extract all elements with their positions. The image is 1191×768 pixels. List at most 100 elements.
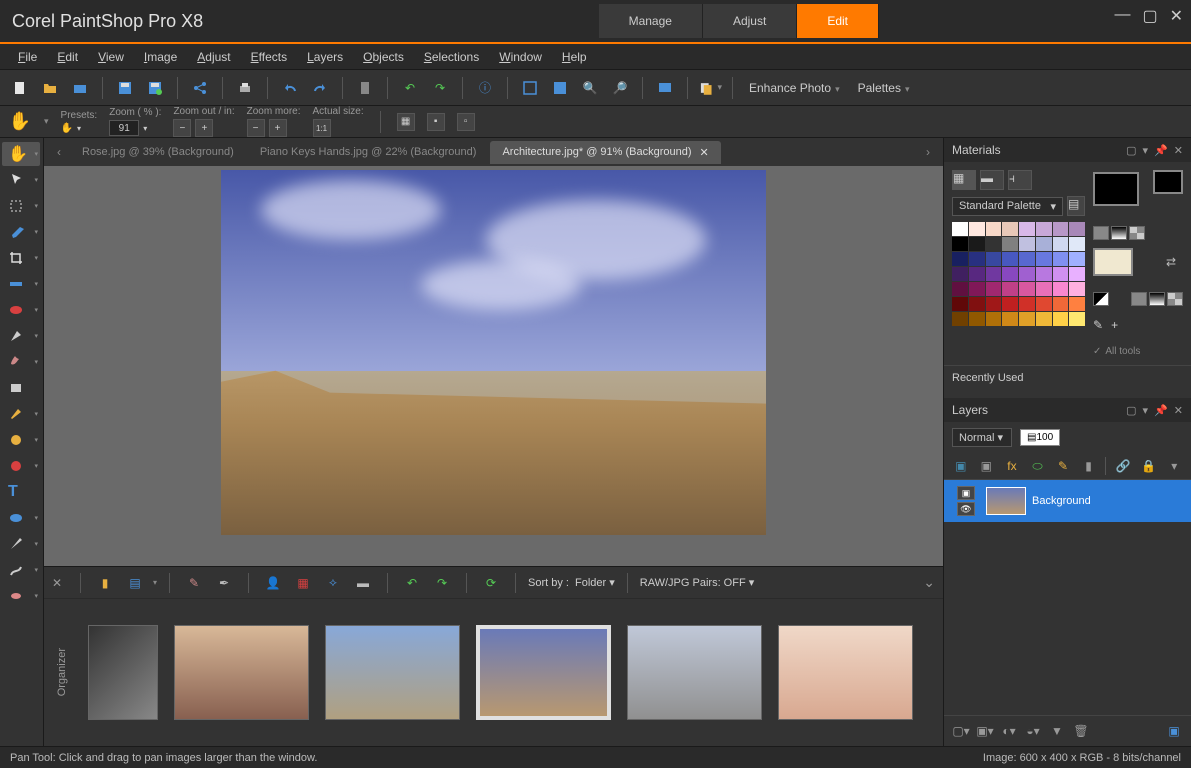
org-redo-icon[interactable]: ↷ (430, 571, 454, 595)
doc-tab-rose[interactable]: Rose.jpg @ 39% (Background) (70, 141, 246, 163)
snap-icon[interactable]: ▪ (427, 113, 445, 131)
color-swatch[interactable] (1069, 222, 1085, 236)
zoom-more-in-button[interactable]: + (269, 119, 287, 137)
delete-layer-icon[interactable]: 🗑 (1072, 722, 1090, 740)
color-swatch[interactable] (1069, 312, 1085, 326)
print-icon[interactable] (233, 76, 257, 100)
style-pattern-icon[interactable] (1129, 226, 1145, 240)
palette-dropdown[interactable]: Standard Palette▾ (952, 197, 1063, 216)
doc-tab-architecture[interactable]: Architecture.jpg* @ 91% (Background)✕ (490, 141, 720, 164)
color-swatch[interactable] (952, 222, 968, 236)
pan-tool[interactable]: ✋▾ (2, 142, 40, 166)
undo-icon[interactable] (278, 76, 302, 100)
layer-type-icon[interactable]: ▣ (957, 486, 975, 500)
mini-gradient-icon[interactable] (1149, 292, 1165, 306)
color-swatch[interactable] (969, 252, 985, 266)
color-swatch[interactable] (969, 222, 985, 236)
color-swatch[interactable] (1019, 312, 1035, 326)
tabs-prev-icon[interactable]: ‹ (50, 142, 68, 162)
org-brush-icon[interactable]: ✎ (182, 571, 206, 595)
panel-dd-icon[interactable]: ▾ (1143, 404, 1149, 417)
layer-pen-icon[interactable]: ✎ (1054, 457, 1072, 475)
color-swatch[interactable] (969, 297, 985, 311)
mask-layer-icon[interactable]: ◒▾ (1024, 722, 1042, 740)
background-swatch[interactable] (1093, 248, 1133, 276)
color-swatch[interactable] (1053, 237, 1069, 251)
mini-solid-icon[interactable] (1131, 292, 1147, 306)
panel-menu-icon[interactable]: ▢ (1126, 144, 1136, 157)
adj-layer-icon[interactable]: ◐▾ (1000, 722, 1018, 740)
pick-icon[interactable] (353, 76, 377, 100)
thumbnail[interactable] (627, 625, 762, 720)
palette-tab-rainbow[interactable]: ▬ (980, 170, 1004, 190)
menu-view[interactable]: View (90, 46, 132, 68)
layer-link-icon[interactable]: 🔗 (1114, 457, 1132, 475)
tab-close-icon[interactable]: ✕ (700, 146, 709, 159)
panel-pin-icon[interactable]: 📌 (1154, 404, 1168, 417)
swap-colors-icon[interactable]: ⇄ (1159, 250, 1183, 274)
minimize-icon[interactable]: — (1114, 6, 1130, 26)
pan-active-icon[interactable]: ✋ (8, 110, 32, 134)
menu-selections[interactable]: Selections (416, 46, 487, 68)
color-swatch[interactable] (969, 267, 985, 281)
color-swatch[interactable] (1002, 267, 1018, 281)
tab-edit[interactable]: Edit (797, 4, 879, 38)
color-swatch[interactable] (1036, 222, 1052, 236)
foreground-swatch[interactable] (1093, 172, 1139, 206)
color-swatch[interactable] (986, 252, 1002, 266)
style-solid-icon[interactable] (1093, 226, 1109, 240)
color-swatch[interactable] (969, 237, 985, 251)
open-icon[interactable] (38, 76, 62, 100)
color-swatch[interactable] (1036, 312, 1052, 326)
color-swatch[interactable] (1053, 222, 1069, 236)
opacity-input[interactable]: ▤100 (1020, 429, 1060, 446)
color-swatch[interactable] (1053, 297, 1069, 311)
color-swatch[interactable] (986, 267, 1002, 281)
color-swatch[interactable] (1053, 267, 1069, 281)
color-swatch[interactable] (1069, 282, 1085, 296)
menu-edit[interactable]: Edit (49, 46, 86, 68)
org-print-icon[interactable]: ▬ (351, 571, 375, 595)
layer-mask-icon[interactable]: ▣ (978, 457, 996, 475)
undo-history-icon[interactable]: ↶ (398, 76, 422, 100)
grid-icon[interactable]: ▦ (397, 113, 415, 131)
color-swatch[interactable] (1069, 252, 1085, 266)
add-swatch-icon[interactable]: + (1111, 318, 1118, 332)
save-as-icon[interactable] (143, 76, 167, 100)
color-swatch[interactable] (952, 312, 968, 326)
makeover-tool[interactable]: ▾ (2, 324, 40, 348)
maximize-icon[interactable]: ▢ (1142, 6, 1157, 26)
pick-tool[interactable]: ▾ (2, 168, 40, 192)
color-swatch[interactable] (1036, 282, 1052, 296)
color-swatch[interactable] (1019, 282, 1035, 296)
menu-file[interactable]: File (10, 46, 45, 68)
thumbnail[interactable] (325, 625, 460, 720)
palette-tab-grid[interactable]: ▦ (952, 170, 976, 190)
twain-icon[interactable] (68, 76, 92, 100)
airbrush-tool[interactable]: ▾ (2, 428, 40, 452)
org-undo-icon[interactable]: ↶ (400, 571, 424, 595)
foreground-alt-swatch[interactable] (1153, 170, 1183, 194)
layer-group-icon[interactable]: ⬭ (1029, 457, 1047, 475)
dropper-icon[interactable]: ✎ (1093, 318, 1103, 332)
raw-jpg-dropdown[interactable]: RAW/JPG Pairs: OFF ▾ (640, 576, 755, 589)
org-map-icon[interactable]: ▦ (291, 571, 315, 595)
zoom-out-button[interactable]: − (173, 119, 191, 137)
color-swatch[interactable] (986, 297, 1002, 311)
zoom-input[interactable] (109, 120, 139, 136)
thumbnail-selected[interactable] (476, 625, 611, 720)
color-swatch[interactable] (1053, 312, 1069, 326)
tabs-next-icon[interactable]: › (919, 142, 937, 162)
actual-size-button[interactable]: 1:1 (313, 119, 331, 137)
zoom-in-icon[interactable]: 🔎 (608, 76, 632, 100)
color-swatch[interactable] (986, 312, 1002, 326)
canvas-viewport[interactable] (44, 166, 943, 566)
menu-image[interactable]: Image (136, 46, 185, 68)
copy-icon[interactable] (698, 76, 722, 100)
color-swatch[interactable] (1069, 267, 1085, 281)
layer-visibility-icon[interactable]: 👁 (957, 502, 975, 516)
thumbnail[interactable] (778, 625, 913, 720)
full-screen-icon[interactable] (548, 76, 572, 100)
text-tool[interactable]: T (2, 480, 40, 504)
layer-opts-icon[interactable]: ▾ (1165, 457, 1183, 475)
